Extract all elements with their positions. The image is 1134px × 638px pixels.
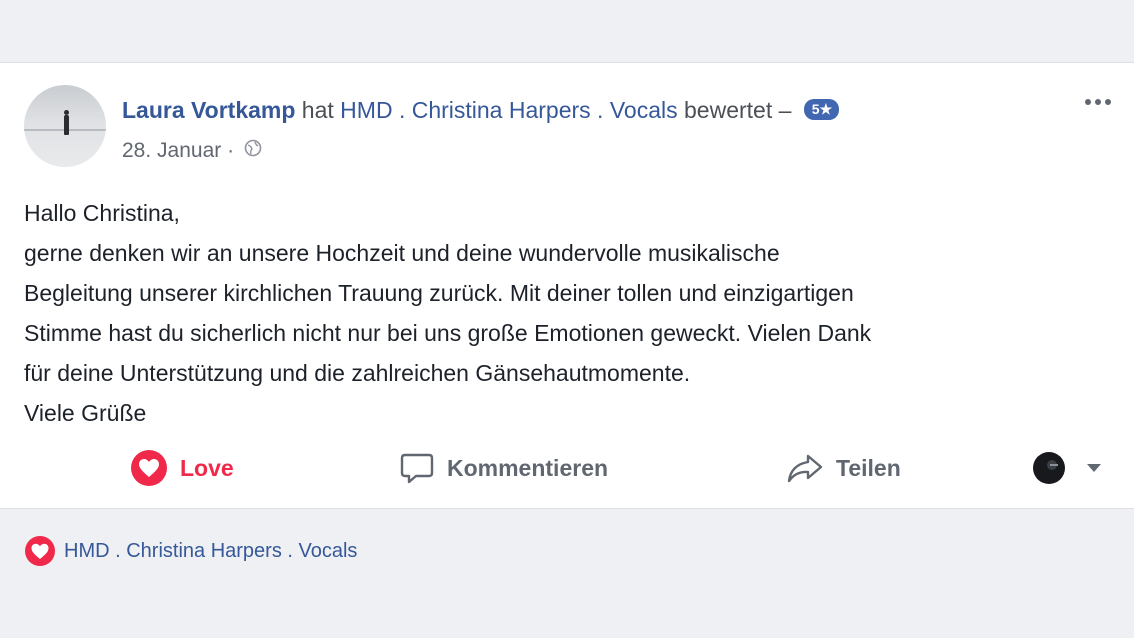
reactions-summary[interactable]: HMD . Christina Harpers . Vocals [24,534,357,568]
heart-icon [25,536,55,566]
heart-icon [131,450,167,486]
share-button[interactable]: Teilen [786,445,901,491]
rating-badge: 5★ [803,99,840,121]
more-icon [1085,99,1111,105]
more-options-button[interactable] [1084,93,1112,105]
post-body-line: Viele Grüße [24,400,147,426]
post-body-line: Stimme hast du sicherlich nicht nur bei … [24,320,872,346]
post-body-line: für deine Unterstützung und die zahlreic… [24,360,691,386]
post-headline: Laura Vortkamp hat HMD . Christina Harpe… [122,95,840,125]
post-as-selector[interactable] [1032,445,1102,491]
meta-separator: · [227,139,235,162]
comment-button[interactable]: Kommentieren [399,445,608,491]
post-meta: 28. Januar · [122,137,262,165]
rating-verb: bewertet – [684,97,792,123]
post-body: Hallo Christina, gerne denken wir an uns… [24,193,1114,433]
comment-label: Kommentieren [447,454,609,481]
love-button[interactable]: Love [130,445,234,491]
post-body-line: Hallo Christina, [24,200,180,226]
action-text: hat [301,97,334,123]
post-date-link[interactable]: 28. Januar [122,139,221,162]
share-icon [787,454,823,483]
chevron-down-icon [1087,464,1101,472]
page-name-link[interactable]: HMD . Christina Harpers . Vocals [340,97,677,123]
author-avatar[interactable] [24,85,106,167]
author-name-link[interactable]: Laura Vortkamp [122,97,295,123]
post-action-bar: Love Kommentieren Teilen [0,445,1134,491]
review-post-card: Laura Vortkamp hat HMD . Christina Harpe… [0,62,1134,509]
globe-icon[interactable] [244,137,262,165]
share-label: Teilen [836,454,901,481]
avatar-icon [1033,452,1065,484]
love-label: Love [180,454,234,481]
post-body-line: Begleitung unserer kirchlichen Trauung z… [24,280,854,306]
comment-icon [400,453,434,484]
avatar-figure [64,115,69,135]
post-body-line: gerne denken wir an unsere Hochzeit und … [24,240,780,266]
reactions-label: HMD . Christina Harpers . Vocals [64,539,358,562]
